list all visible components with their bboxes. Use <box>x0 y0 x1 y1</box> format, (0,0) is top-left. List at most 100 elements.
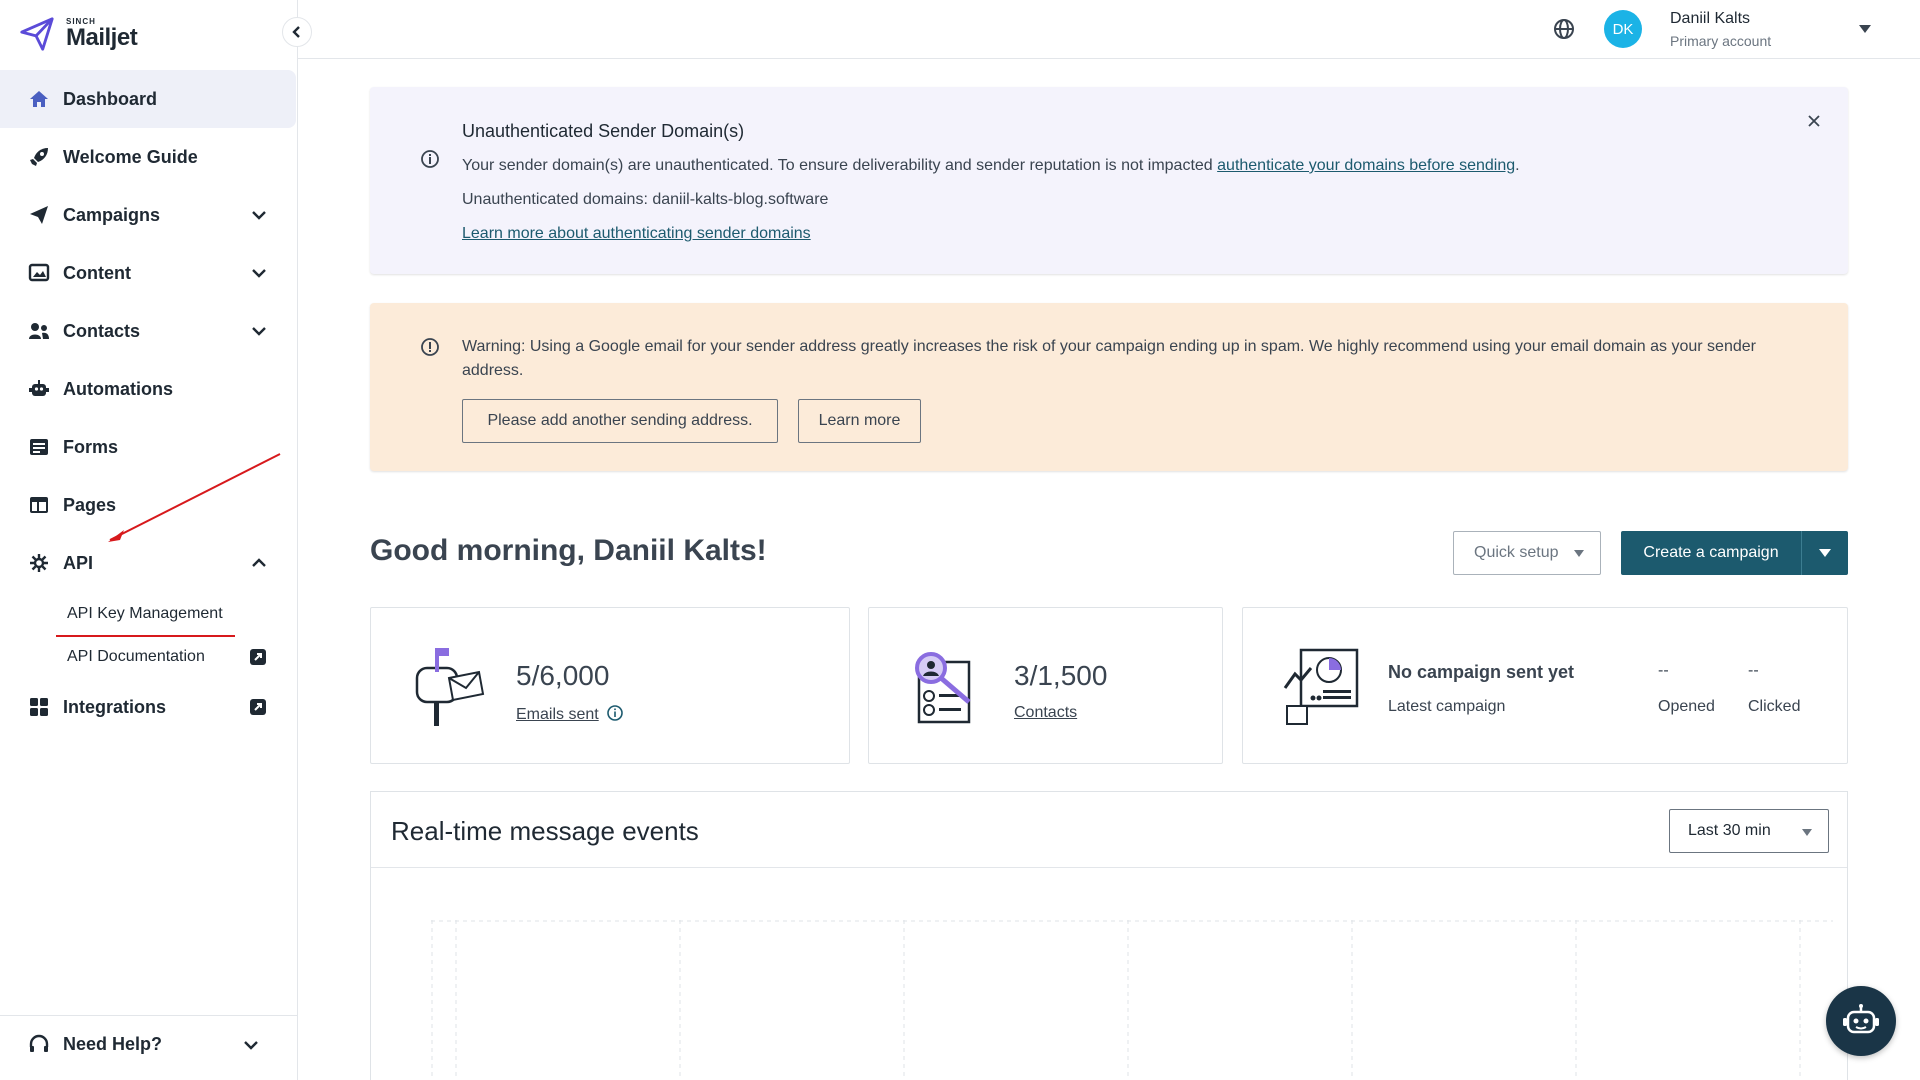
sidebar-subitem-api-documentation[interactable]: API Documentation <box>0 635 298 678</box>
banner-message-end: . <box>1515 157 1520 174</box>
top-bar: DK Daniil Kalts Primary account <box>298 0 1920 59</box>
banner-message-text: Your sender domain(s) are unauthenticate… <box>462 157 1218 174</box>
chevron-down-icon <box>244 1041 258 1050</box>
need-help-menu[interactable]: Need Help? <box>0 1015 298 1073</box>
globe-icon[interactable] <box>1551 16 1577 42</box>
events-chart-grid <box>431 920 1833 1080</box>
sidebar-item-contacts[interactable]: Contacts <box>0 302 298 360</box>
sidebar-item-automations[interactable]: Automations <box>0 360 298 418</box>
layout-icon <box>28 494 50 516</box>
contacts-link[interactable]: Contacts <box>1014 704 1077 721</box>
contacts-card: 3/1,500 Contacts <box>868 607 1223 764</box>
learn-more-button[interactable]: Learn more <box>798 399 921 443</box>
opened-value: -- <box>1658 662 1669 679</box>
chevron-down-icon <box>252 327 266 336</box>
sidebar: SINCH Mailjet Dashboard Welcome Guide Ca… <box>0 0 298 1080</box>
warning-text: Warning: Using a Google email for your s… <box>462 338 1756 379</box>
opened-label: Opened <box>1658 698 1715 715</box>
latest-campaign-title: No campaign sent yet <box>1388 662 1575 682</box>
clicked-value: -- <box>1748 662 1759 679</box>
create-campaign-options-button[interactable] <box>1801 531 1848 575</box>
chatbot-button[interactable] <box>1826 986 1896 1056</box>
grid-icon <box>28 696 50 718</box>
home-icon <box>28 88 50 110</box>
sidebar-nav: Dashboard Welcome Guide Campaigns Conten… <box>0 70 298 736</box>
sidebar-item-label: Campaigns <box>63 204 161 225</box>
caret-down-icon <box>1802 829 1812 836</box>
sidebar-item-dashboard[interactable]: Dashboard <box>0 70 296 128</box>
mailjet-logo[interactable]: SINCH Mailjet <box>18 14 138 54</box>
chevron-up-icon <box>252 558 266 567</box>
external-link-icon <box>250 649 266 665</box>
latest-campaign-card: No campaign sent yet Latest campaign -- … <box>1242 607 1848 764</box>
banner-message: Your sender domain(s) are unauthenticate… <box>462 157 1520 175</box>
sidebar-item-integrations[interactable]: Integrations <box>0 678 298 736</box>
caret-down-icon <box>1819 549 1831 557</box>
contacts-value: 3/1,500 <box>1014 660 1108 691</box>
sidebar-item-pages[interactable]: Pages <box>0 476 298 534</box>
greeting: Good morning, Daniil Kalts! <box>370 534 767 567</box>
add-sending-address-button[interactable]: Please add another sending address. <box>462 399 778 443</box>
api-icon <box>28 552 50 574</box>
form-icon <box>28 436 50 458</box>
info-icon <box>421 150 439 168</box>
account-menu[interactable]: Daniil Kalts Primary account <box>1670 10 1771 49</box>
sidebar-item-label: Contacts <box>63 320 141 341</box>
rocket-icon <box>28 146 50 168</box>
sidebar-item-label: Content <box>63 262 131 283</box>
sidebar-item-label: Forms <box>63 436 119 457</box>
account-type: Primary account <box>1670 33 1772 49</box>
chevron-down-icon <box>252 211 266 220</box>
close-icon[interactable] <box>1806 113 1822 129</box>
caret-down-icon <box>1574 550 1584 557</box>
chevron-down-icon <box>252 269 266 278</box>
sidebar-item-label: Automations <box>63 378 173 399</box>
sidebar-item-label: Dashboard <box>63 88 158 109</box>
sidebar-item-api[interactable]: API <box>0 534 298 592</box>
external-link-icon <box>250 699 266 715</box>
clicked-label: Clicked <box>1748 698 1801 715</box>
chevron-left-icon <box>292 26 300 38</box>
sidebar-item-label: Welcome Guide <box>63 146 198 167</box>
sidebar-item-forms[interactable]: Forms <box>0 418 298 476</box>
headset-icon <box>29 1034 49 1052</box>
sidebar-item-label: Integrations <box>63 696 167 717</box>
collapse-sidebar-button[interactable] <box>282 17 312 47</box>
authenticate-domains-link[interactable]: authenticate your domains before sending <box>1217 157 1515 174</box>
sidebar-subitem-label: API Key Management <box>67 604 223 622</box>
emails-sent-value: 5/6,000 <box>516 660 610 691</box>
time-range-value: Last 30 min <box>1688 822 1771 839</box>
mailbox-illustration-icon <box>415 648 485 726</box>
emails-sent-link[interactable]: Emails sent <box>516 706 599 723</box>
avatar[interactable]: DK <box>1604 10 1642 48</box>
learn-more-authenticating-link[interactable]: Learn more about authenticating sender d… <box>462 225 811 242</box>
sidebar-item-welcome-guide[interactable]: Welcome Guide <box>0 128 298 186</box>
banner-title: Unauthenticated Sender Domain(s) <box>462 121 745 141</box>
quick-setup-dropdown[interactable]: Quick setup <box>1453 531 1601 575</box>
users-icon <box>28 320 50 342</box>
unauthenticated-domains-text: Unauthenticated domains: daniil-kalts-bl… <box>462 191 829 208</box>
sidebar-item-campaigns[interactable]: Campaigns <box>0 186 298 244</box>
sidebar-item-content[interactable]: Content <box>0 244 298 302</box>
image-icon <box>28 262 50 284</box>
sidebar-subitem-api-key-management[interactable]: API Key Management <box>0 592 298 637</box>
send-icon <box>28 204 50 226</box>
google-email-warning-banner: Warning: Using a Google email for your s… <box>370 303 1848 471</box>
need-help-label: Need Help? <box>63 1034 163 1054</box>
unauthenticated-domain-banner: Unauthenticated Sender Domain(s) Your se… <box>370 87 1848 274</box>
emails-sent-link-row: Emails sent <box>516 704 624 724</box>
robot-icon <box>28 378 50 400</box>
realtime-events-panel: Real-time message events Last 30 min <box>370 791 1848 1080</box>
user-name: Daniil Kalts <box>1670 10 1751 27</box>
quick-setup-label: Quick setup <box>1474 544 1559 561</box>
info-icon[interactable] <box>606 704 624 722</box>
brand-name: Mailjet <box>66 24 138 51</box>
caret-down-icon[interactable] <box>1858 24 1872 34</box>
contacts-illustration-icon <box>915 652 971 724</box>
campaign-stats-illustration-icon <box>1283 648 1359 725</box>
info-icon <box>421 338 439 356</box>
emails-sent-card: 5/6,000 Emails sent <box>370 607 850 764</box>
sidebar-item-label: API <box>63 552 94 573</box>
create-campaign-button[interactable]: Create a campaign <box>1621 531 1848 575</box>
time-range-select[interactable]: Last 30 min <box>1669 809 1829 853</box>
